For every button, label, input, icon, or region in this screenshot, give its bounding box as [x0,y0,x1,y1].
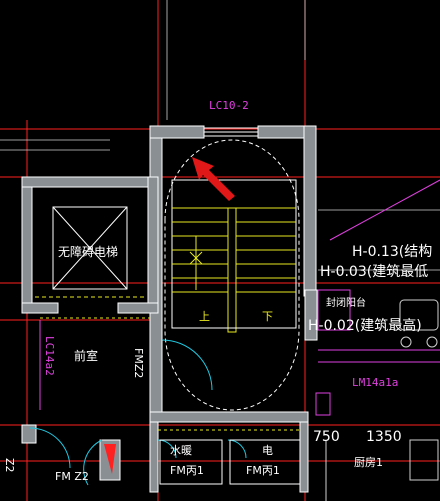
kitchen-label: 厨房1 [354,456,383,469]
water-shaft-label: 水暖 [170,444,192,457]
elev-note-2: H-0.03(建筑最低 [320,264,428,280]
fixture-burner-1 [400,336,412,348]
elec-shaft-door: FM丙1 [246,464,280,477]
door-fm-z2-right: FMZ2 [132,348,145,378]
dim-1: 750 [313,429,340,445]
stair-shaft-walls [149,125,317,423]
elev-note-1: H-0.13(结构 [352,244,432,260]
wall-bottom [149,411,309,423]
wall-right-upper [303,125,317,297]
window-tag-left: LC14a2 [43,336,56,376]
water-shaft-door: FM丙1 [170,464,204,477]
elev-wall-right [147,176,159,312]
background-lines [0,0,440,271]
stair-up-label: 上 [199,310,210,323]
door-swing-elec [227,439,247,459]
cad-floor-plan-canvas[interactable]: LC10-2 无障碍电梯 LC14a2 前室 FMZ2 FM Z2 Z2 上 下… [0,0,440,501]
elev-wall-bottom-left [21,302,59,314]
fixture-burner-2 [426,336,438,348]
elev-wall-bottom-right [117,302,159,314]
door-tag-lm: LM14a1a [352,376,398,389]
elev-note-3: H-0.02(建筑最高) [308,317,422,334]
lower-wall-4 [299,421,309,493]
elev-wall-top [21,176,158,188]
stair-handrail [227,207,237,333]
lower-wall-3 [149,421,159,493]
door-swing-stair [161,339,213,391]
door-fm-z2-bottom: FM Z2 [55,470,89,483]
elec-shaft-label: 电 [262,444,273,457]
stair-down-label: 下 [262,310,273,323]
fixture-box [409,439,439,481]
stair-outline [171,179,297,329]
stair-treads [171,179,297,333]
elev-wall-left [21,176,33,312]
elevator-label: 无障碍电梯 [58,244,118,259]
wall-top-left [149,125,205,139]
annotation-arrow-icon[interactable] [192,157,235,201]
left-edge-tag: Z2 [3,458,16,473]
anteroom-label: 前室 [74,348,98,363]
window-tag-top: LC10-2 [209,99,249,112]
arrow-shape [192,157,235,201]
dim-2: 1350 [366,429,402,445]
door-lm-box [315,392,331,416]
balcony-label: 封闭阳台 [326,296,366,309]
